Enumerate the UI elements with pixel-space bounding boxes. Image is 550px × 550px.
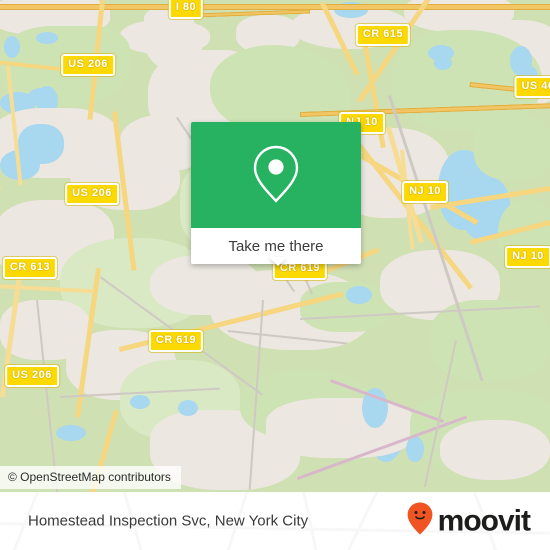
landuse-forest: [474, 116, 550, 180]
road-shield: US 206: [61, 54, 115, 76]
road-shield: CR 613: [2, 257, 58, 279]
location-popup-card[interactable]: Take me there: [191, 122, 361, 264]
road-shield-label: US 46: [521, 80, 550, 92]
landuse-residential: [266, 398, 416, 458]
landuse-forest: [300, 282, 390, 332]
water-body: [346, 286, 372, 304]
road-shield-label: CR 615: [362, 28, 404, 40]
water-body: [178, 400, 198, 416]
road-shield: US 206: [5, 365, 59, 387]
road-shield-label: CR 619: [155, 334, 197, 346]
page-title: Homestead Inspection Svc, New York City: [28, 512, 309, 530]
moovit-wordmark: moovit: [437, 504, 531, 537]
road-shield: CR 615: [355, 24, 411, 46]
road-shield-label: NJ 10: [512, 250, 544, 262]
road-shield-label: CR 613: [9, 261, 51, 273]
water-body: [36, 32, 58, 44]
road-shield-label: US 206: [12, 369, 52, 381]
water-body: [4, 36, 20, 58]
water-body: [434, 56, 452, 70]
road-shield: US 206: [65, 183, 119, 205]
road-shield: NJ 10: [402, 181, 448, 203]
moovit-pin-smiley-icon: [406, 502, 434, 541]
map-pin-icon: [248, 141, 304, 210]
water-body: [406, 436, 424, 462]
road-shield: I 80: [168, 0, 204, 19]
road-shield: CR 619: [148, 330, 204, 352]
road-shield-label: NJ 10: [409, 185, 441, 197]
popup-card-pointer: [269, 257, 287, 266]
road-shield: NJ 10: [505, 246, 550, 268]
water-body: [56, 425, 86, 441]
road-shield: US 46: [514, 76, 550, 98]
water-body: [130, 395, 150, 409]
footer-bar: Homestead Inspection Svc, New York City …: [0, 492, 550, 550]
take-me-there-label: Take me there: [228, 237, 324, 255]
landuse-residential: [440, 420, 550, 480]
road-shield-label: US 206: [68, 58, 108, 70]
popup-card-header: [191, 122, 361, 228]
road-motorway-i80: [0, 4, 550, 10]
road-shield-label: US 206: [72, 187, 112, 199]
road-shield-label: I 80: [175, 1, 197, 13]
moovit-logo[interactable]: moovit: [406, 502, 531, 541]
osm-attribution[interactable]: © OpenStreetMap contributors: [0, 466, 181, 489]
map-screenshot: I 80 CR 615 US 206 US 46 NJ 10 NJ 10 US 206 CR …: [0, 0, 550, 550]
